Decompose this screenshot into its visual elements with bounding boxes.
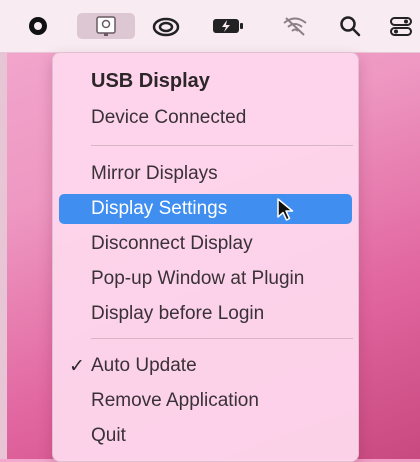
record-icon[interactable] bbox=[23, 13, 53, 39]
separator bbox=[91, 338, 353, 339]
quit-item[interactable]: Quit bbox=[59, 421, 352, 451]
auto-update-item[interactable]: ✓ Auto Update bbox=[59, 351, 352, 381]
remove-application-item[interactable]: Remove Application bbox=[59, 386, 352, 416]
display-settings-item[interactable]: Display Settings bbox=[59, 194, 352, 224]
popup-window-at-plugin-item[interactable]: Pop-up Window at Plugin bbox=[59, 264, 352, 294]
usb-display-icon[interactable] bbox=[77, 13, 135, 39]
menu-title: USB Display bbox=[91, 69, 210, 92]
device-status: Device Connected bbox=[91, 107, 247, 128]
checkmark-icon: ✓ bbox=[69, 356, 85, 377]
search-icon[interactable] bbox=[335, 13, 365, 39]
mouse-pointer-icon bbox=[277, 198, 294, 221]
auto-update-label: Auto Update bbox=[91, 355, 197, 376]
control-center-icon[interactable] bbox=[386, 13, 416, 39]
mirror-displays-item[interactable]: Mirror Displays bbox=[59, 159, 352, 189]
dropdown-menu: USB Display Device Connected Mirror Disp… bbox=[52, 52, 359, 462]
window-edge bbox=[0, 0, 7, 459]
separator bbox=[91, 145, 353, 146]
creative-cloud-icon[interactable] bbox=[148, 13, 184, 39]
battery-charging-icon[interactable] bbox=[208, 13, 248, 39]
disconnect-display-item[interactable]: Disconnect Display bbox=[59, 229, 352, 259]
display-before-login-item[interactable]: Display before Login bbox=[59, 299, 352, 329]
wifi-off-icon[interactable] bbox=[279, 13, 311, 39]
menu-bar bbox=[0, 0, 420, 53]
